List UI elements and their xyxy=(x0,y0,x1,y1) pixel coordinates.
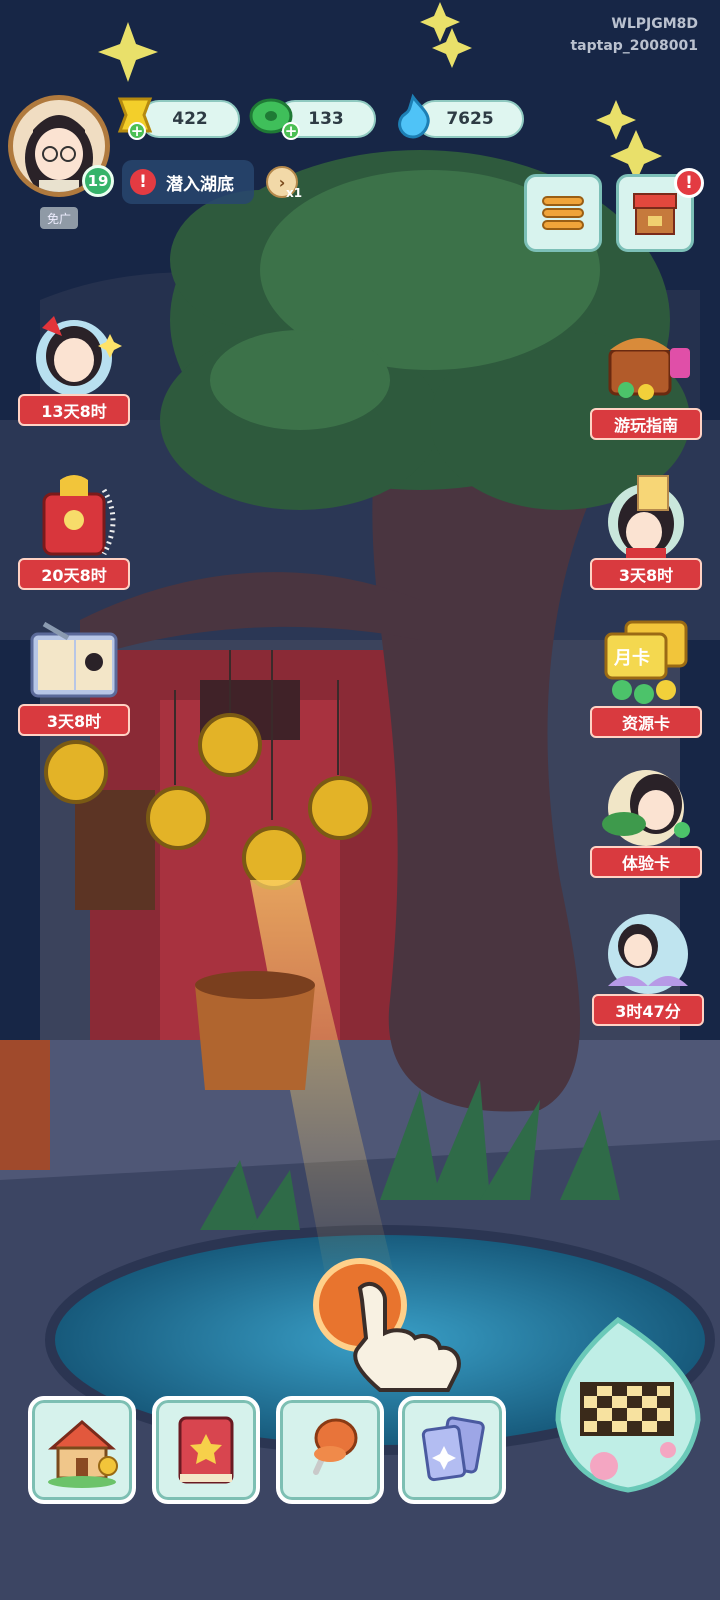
player-level-badge: 19 xyxy=(82,165,114,197)
event-resource-card[interactable]: 月卡 资源卡 xyxy=(590,618,702,738)
game-scene: WLPJGM8D taptap_2008001 19 免广 422 + 133 … xyxy=(0,0,720,1600)
add-gold-button[interactable]: + xyxy=(128,122,146,140)
event-left-2[interactable]: 20天8时 xyxy=(18,470,130,590)
event-left-3-label: 3天8时 xyxy=(18,704,130,736)
channel-id: taptap_2008001 xyxy=(570,38,698,54)
jade-value: 133 xyxy=(308,109,344,129)
shop-icon xyxy=(633,193,677,235)
girl-portrait-icon xyxy=(36,316,122,396)
event-guide-label: 游玩指南 xyxy=(590,408,702,440)
pushpin-icon xyxy=(313,1418,358,1475)
menu-button[interactable] xyxy=(524,174,602,252)
quest-alert-icon: ! xyxy=(130,169,156,195)
menu-icon xyxy=(542,196,584,230)
event-right-5-label: 3时47分 xyxy=(592,994,704,1026)
quest-banner[interactable]: ! 潜入湖底 xyxy=(122,160,254,204)
monthly-card-text: 月卡 xyxy=(614,648,650,669)
pin-button[interactable] xyxy=(276,1396,384,1504)
cards-icon xyxy=(421,1416,485,1482)
add-jade-button[interactable]: + xyxy=(282,122,300,140)
home-icon xyxy=(47,1420,118,1488)
girl-lotus-icon xyxy=(608,914,688,994)
event-left-2-label: 20天8时 xyxy=(18,558,130,590)
event-right-5[interactable]: 3时47分 xyxy=(592,906,704,1026)
girl-plant-icon xyxy=(602,770,690,846)
treasure-chest-icon xyxy=(608,338,690,400)
event-trial-card-label: 体验卡 xyxy=(590,846,702,878)
scroll-item-count: x1 xyxy=(286,186,303,200)
flame-value: 7625 xyxy=(446,109,494,129)
collection-book-button[interactable] xyxy=(152,1396,260,1504)
gold-value: 422 xyxy=(172,109,208,129)
event-left-1[interactable]: 13天8时 xyxy=(18,306,130,426)
account-code: WLPJGM8D xyxy=(611,16,698,32)
girl-scroll-icon xyxy=(608,475,684,562)
event-resource-card-label: 资源卡 xyxy=(590,706,702,738)
cards-button[interactable] xyxy=(398,1396,506,1504)
event-left-1-label: 13天8时 xyxy=(18,394,130,426)
book-icon xyxy=(178,1416,234,1484)
pointing-hand-icon xyxy=(353,1281,461,1392)
event-trial-card[interactable]: 体验卡 xyxy=(590,758,702,878)
event-guide[interactable]: 游玩指南 xyxy=(590,320,702,440)
event-right-2-label: 3天8时 xyxy=(590,558,702,590)
board-button[interactable] xyxy=(548,1310,708,1500)
ad-free-tag[interactable]: 免广 xyxy=(40,207,78,229)
event-left-3[interactable]: 3天8时 xyxy=(18,616,130,736)
photo-album-icon xyxy=(30,621,118,698)
quest-label: 潜入湖底 xyxy=(166,174,234,195)
event-right-2[interactable]: 3天8时 xyxy=(590,470,702,590)
blue-flame-icon xyxy=(398,93,430,139)
board-icon xyxy=(555,1316,701,1493)
shop-alert-icon: ! xyxy=(674,168,704,198)
home-button[interactable] xyxy=(28,1396,136,1504)
gift-pack-icon xyxy=(42,475,116,556)
